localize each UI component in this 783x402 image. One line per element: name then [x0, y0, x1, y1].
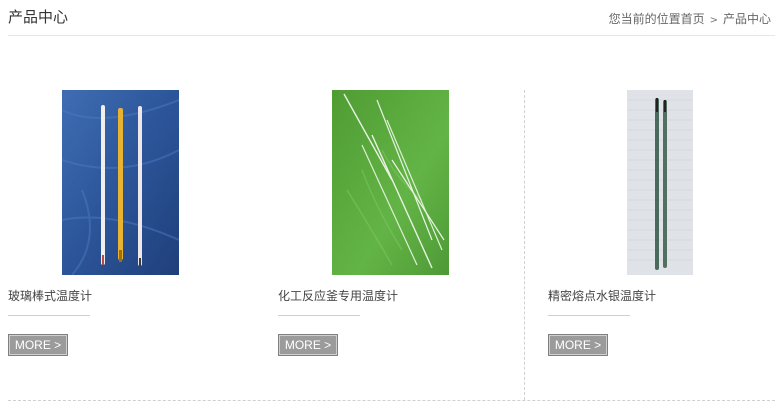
divider: [548, 315, 630, 316]
product-name[interactable]: 精密熔点水银温度计: [548, 287, 656, 304]
more-button[interactable]: MORE >: [548, 334, 608, 356]
product-image-mercury-thermometer[interactable]: [627, 90, 693, 275]
product-name[interactable]: 化工反应釜专用温度计: [278, 287, 398, 304]
page-header: 产品中心 您当前的位置首页 > 产品中心: [8, 0, 775, 36]
page-title: 产品中心: [8, 8, 69, 26]
breadcrumb-current[interactable]: 产品中心: [723, 12, 771, 26]
breadcrumb: 您当前的位置首页 > 产品中心: [609, 10, 771, 27]
product-card: 精密熔点水银温度计 MORE >: [548, 90, 783, 360]
product-card: 玻璃棒式温度计 MORE >: [8, 90, 248, 360]
bottom-divider: [8, 400, 775, 401]
product-card: 化工反应釜专用温度计 MORE >: [278, 90, 518, 360]
breadcrumb-prefix: 您当前的位置: [608, 12, 681, 26]
product-name[interactable]: 玻璃棒式温度计: [8, 287, 92, 304]
product-image-glass-thermometer[interactable]: [62, 90, 179, 275]
more-button[interactable]: MORE >: [278, 334, 338, 356]
more-button[interactable]: MORE >: [8, 334, 68, 356]
breadcrumb-separator: >: [709, 15, 718, 26]
product-image-reactor-thermometer[interactable]: [332, 90, 449, 275]
divider: [278, 315, 360, 316]
column-divider: [524, 90, 525, 400]
divider: [8, 315, 90, 316]
breadcrumb-home-link[interactable]: 首页: [681, 12, 705, 26]
